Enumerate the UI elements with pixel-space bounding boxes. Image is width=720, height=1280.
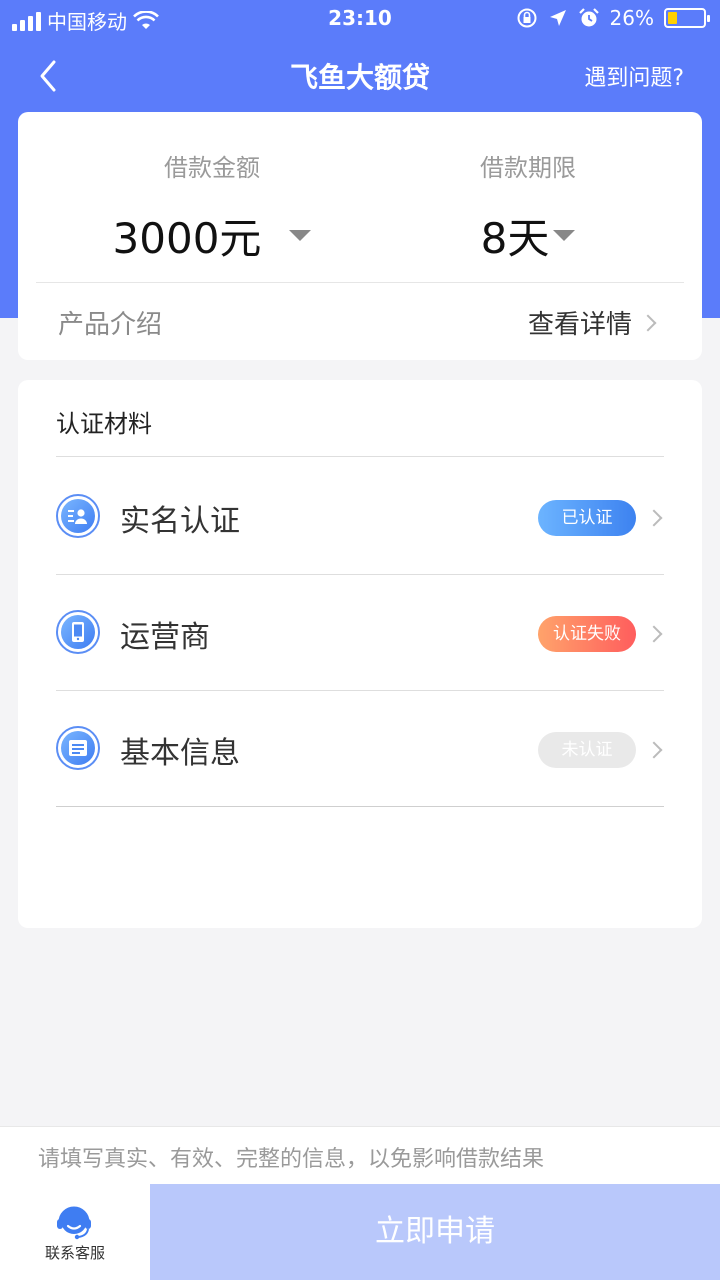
verification-label: 基本信息 — [120, 736, 240, 771]
verification-label: 实名认证 — [120, 504, 240, 539]
status-badge: 已认证 — [538, 500, 636, 536]
info-list-icon — [56, 726, 100, 770]
battery-icon — [664, 8, 710, 28]
nav-bar: 飞鱼大额贷 遇到问题? — [0, 38, 720, 110]
loan-term-value: 8天 — [480, 214, 550, 263]
product-intro-row[interactable]: 产品介绍 查看详情 — [18, 284, 702, 360]
loan-amount-label: 借款金额 — [164, 154, 260, 182]
status-badge: 未认证 — [538, 732, 636, 768]
view-details-link[interactable]: 查看详情 — [528, 304, 632, 341]
status-badge: 认证失败 — [538, 616, 636, 652]
footer: 联系客服 立即申请 — [0, 1184, 720, 1280]
notice-text: 请填写真实、有效、完整的信息，以免影响借款结果 — [38, 1147, 545, 1172]
battery-fill — [668, 12, 677, 24]
verification-card: 认证材料 实名认证 已认证 运营商 认证失败 基本信息 未认证 — [18, 380, 702, 928]
location-icon — [549, 10, 566, 26]
status-right: 26% — [516, 6, 710, 30]
verification-item-basic-info[interactable]: 基本信息 未认证 — [18, 690, 702, 806]
notice-bar: 请填写真实、有效、完整的信息，以免影响借款结果 — [0, 1126, 720, 1184]
divider — [36, 282, 684, 283]
status-bar: 中国移动 23:10 26% — [0, 0, 720, 38]
product-intro-label: 产品介绍 — [58, 310, 163, 340]
divider — [56, 456, 664, 457]
loan-amount-value: 3000元 — [112, 214, 262, 263]
chevron-right-icon — [639, 314, 657, 332]
loan-amount-value-row[interactable]: 3000元 — [62, 205, 362, 266]
loan-term-selector[interactable]: 借款期限 8天 — [378, 148, 678, 266]
verification-item-carrier[interactable]: 运营商 认证失败 — [18, 574, 702, 690]
verification-title: 认证材料 — [56, 410, 152, 438]
apply-button[interactable]: 立即申请 — [150, 1184, 720, 1280]
caret-down-icon[interactable] — [289, 230, 312, 241]
alarm-icon — [578, 8, 599, 27]
phone-icon — [56, 610, 100, 654]
loan-term-label: 借款期限 — [480, 154, 576, 182]
loan-amount-selector[interactable]: 借款金额 3000元 — [62, 148, 362, 266]
verification-item-real-name[interactable]: 实名认证 已认证 — [18, 458, 702, 574]
loan-card: 借款金额 3000元 借款期限 8天 产品介绍 查看详情 — [18, 112, 702, 360]
customer-service-label: 联系客服 — [44, 1244, 105, 1262]
chevron-right-icon — [645, 741, 663, 759]
loan-term-value-row[interactable]: 8天 — [378, 205, 678, 266]
verification-label: 运营商 — [120, 620, 210, 655]
caret-down-icon[interactable] — [553, 230, 576, 241]
rotation-lock-icon — [517, 8, 537, 28]
help-link[interactable]: 遇到问题? — [584, 60, 684, 92]
divider — [56, 806, 664, 807]
customer-service-button[interactable]: 联系客服 — [0, 1184, 150, 1280]
headset-icon — [57, 1206, 91, 1240]
battery-percent: 26% — [609, 6, 654, 30]
chevron-right-icon — [645, 625, 663, 643]
id-card-icon — [56, 494, 100, 538]
chevron-right-icon — [645, 509, 663, 527]
